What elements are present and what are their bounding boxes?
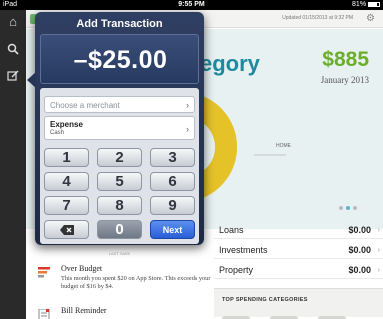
category-title: egory <box>200 51 260 76</box>
category-field[interactable]: Expense Cash › <box>44 116 195 140</box>
account-summary: Loans $0.00 › Investments $0.00 › Proper… <box>214 219 383 279</box>
top-spending-title: TOP SPENDING CATEGORIES <box>222 297 308 303</box>
summary-value: $0.00 <box>348 225 371 235</box>
alert-title: Bill Reminder <box>61 306 107 315</box>
amount-value: –$25.00 <box>73 46 168 74</box>
bill-icon <box>38 309 50 319</box>
chart-icon <box>38 267 50 278</box>
donut-home-label: HOME <box>276 143 291 149</box>
battery-indicator: 81% <box>352 0 380 10</box>
left-nav-rail: ⌂ <box>0 10 26 319</box>
popover-title: Add Transaction <box>76 18 163 30</box>
merchant-placeholder: Choose a merchant <box>50 101 120 110</box>
add-transaction-popover: Add Transaction –$25.00 Choose a merchan… <box>35 12 204 256</box>
alert-body: This month you spent $20 on App Store. T… <box>61 275 211 290</box>
key-5[interactable]: 5 <box>97 172 142 191</box>
alert-title: Over Budget <box>61 264 103 273</box>
page-dots <box>339 206 360 210</box>
updated-timestamp: Updated 01/15/2013 at 9:32 PM <box>282 15 353 21</box>
period-label: January 2013 <box>320 75 369 85</box>
key-3[interactable]: 3 <box>150 148 195 167</box>
key-7[interactable]: 7 <box>44 196 89 215</box>
top-spending-panel: TOP SPENDING CATEGORIES <box>214 288 383 319</box>
summary-label: Loans <box>219 225 244 235</box>
summary-row-property[interactable]: Property $0.00 › <box>214 259 383 279</box>
battery-icon <box>368 1 380 7</box>
popover-arrow <box>27 72 36 88</box>
summary-row-investments[interactable]: Investments $0.00 › <box>214 239 383 259</box>
chevron-right-icon: › <box>186 124 189 134</box>
account-label: Cash <box>50 130 65 136</box>
chevron-right-icon: › <box>186 100 189 110</box>
key-1[interactable]: 1 <box>44 148 89 167</box>
alerts-list: Over Budget This month you spent $20 on … <box>26 262 214 319</box>
backspace-icon <box>59 225 74 235</box>
popover-footer: LAST SAVE <box>108 251 131 256</box>
key-6[interactable]: 6 <box>150 172 195 191</box>
gear-icon[interactable]: ⚙ <box>366 13 375 24</box>
page-dot[interactable] <box>353 206 357 210</box>
key-8[interactable]: 8 <box>97 196 142 215</box>
amount-display: –$25.00 <box>40 34 199 84</box>
summary-label: Property <box>219 265 254 275</box>
summary-value: $0.00 <box>348 265 371 275</box>
summary-value: $0.00 <box>348 245 371 255</box>
next-button[interactable]: Next <box>150 220 195 239</box>
home-icon[interactable]: ⌂ <box>5 14 21 30</box>
entry-panel: Choose a merchant › Expense Cash › 1 2 3… <box>40 88 199 244</box>
key-9[interactable]: 9 <box>150 196 195 215</box>
category-label: Expense <box>50 120 83 129</box>
page-dot-active[interactable] <box>346 206 350 210</box>
page-dot[interactable] <box>339 206 343 210</box>
clock: 9:55 PM <box>178 1 205 8</box>
key-4[interactable]: 4 <box>44 172 89 191</box>
summary-row-loans[interactable]: Loans $0.00 › <box>214 219 383 239</box>
edit-icon[interactable] <box>5 70 21 86</box>
search-icon[interactable] <box>5 43 21 59</box>
key-0[interactable]: 0 <box>97 220 142 239</box>
summary-label: Investments <box>219 245 268 255</box>
status-bar: iPad 9:55 PM 81% <box>0 0 383 10</box>
key-2[interactable]: 2 <box>97 148 142 167</box>
spending-tabs <box>222 309 366 319</box>
chevron-right-icon: › <box>377 265 380 274</box>
total-amount: $885 <box>322 48 369 71</box>
backspace-button[interactable] <box>44 220 89 239</box>
battery-percent: 81% <box>352 1 367 8</box>
chevron-right-icon: › <box>377 245 380 254</box>
merchant-field[interactable]: Choose a merchant › <box>44 96 195 113</box>
chevron-right-icon: › <box>377 225 380 234</box>
